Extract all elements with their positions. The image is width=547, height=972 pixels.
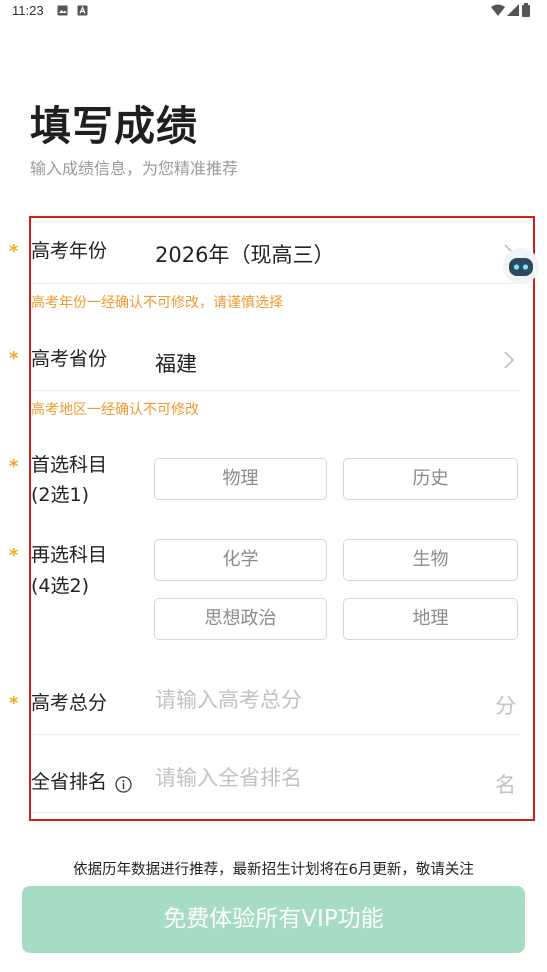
divider — [31, 283, 519, 284]
province-value[interactable]: 福建 — [155, 348, 197, 378]
first-subject-label: 首选科目 — [31, 454, 108, 476]
divider — [31, 734, 519, 735]
subject-chip-chemistry[interactable]: 化学 — [154, 539, 327, 581]
subject-chip-history[interactable]: 历史 — [343, 458, 518, 500]
status-bar: 11:23 — [0, 0, 547, 22]
divider — [31, 812, 519, 813]
wifi-icon — [491, 4, 505, 16]
signal-icon — [507, 4, 519, 16]
divider — [31, 390, 519, 391]
rank-unit: 名 — [495, 773, 516, 797]
subject-chip-biology[interactable]: 生物 — [343, 539, 518, 581]
required-star: * — [9, 348, 19, 369]
province-hint: 高考地区一经确认不可修改 — [31, 402, 199, 418]
required-star: * — [9, 693, 19, 714]
required-star: * — [9, 241, 19, 262]
page-title: 填写成绩 — [30, 102, 198, 150]
info-icon[interactable] — [115, 776, 132, 793]
status-time: 11:23 — [12, 3, 44, 18]
subject-chip-geography[interactable]: 地理 — [343, 598, 518, 640]
chevron-right-icon[interactable] — [503, 351, 515, 369]
exam-year-hint: 高考年份一经确认不可修改，请谨慎选择 — [31, 295, 283, 311]
battery-icon — [522, 3, 530, 17]
total-score-unit: 分 — [495, 694, 516, 718]
second-subject-sublabel: (4选2) — [31, 575, 90, 597]
province-label: 高考省份 — [31, 348, 108, 370]
total-score-input[interactable] — [155, 688, 485, 712]
first-subject-sublabel: (2选1) — [31, 484, 90, 506]
robot-icon — [509, 258, 533, 276]
app-notification-icon — [77, 5, 88, 16]
assistant-bot-button[interactable] — [503, 248, 539, 284]
exam-year-value[interactable]: 2026年（现高三） — [155, 239, 334, 269]
image-notification-icon — [57, 5, 68, 16]
rank-input[interactable] — [155, 766, 485, 790]
required-star: * — [9, 545, 19, 566]
total-score-label: 高考总分 — [31, 692, 108, 714]
exam-year-label: 高考年份 — [31, 240, 108, 262]
rank-label: 全省排名 — [31, 771, 108, 793]
free-vip-trial-button[interactable]: 免费体验所有VIP功能 — [22, 886, 525, 953]
subject-chip-physics[interactable]: 物理 — [154, 458, 327, 500]
update-notice: 依据历年数据进行推荐，最新招生计划将在6月更新，敬请关注 — [73, 862, 474, 878]
subject-chip-politics[interactable]: 思想政治 — [154, 598, 327, 640]
required-star: * — [9, 456, 19, 477]
second-subject-label: 再选科目 — [31, 544, 108, 566]
page-subtitle: 输入成绩信息，为您精准推荐 — [30, 159, 239, 178]
